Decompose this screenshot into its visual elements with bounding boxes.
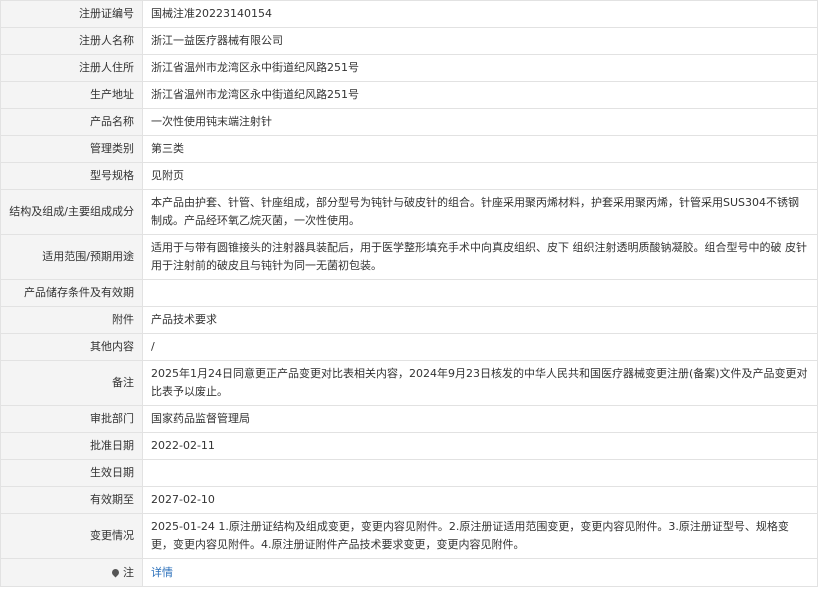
field-value: 产品技术要求 (142, 306, 818, 334)
row-registrant-name: 注册人名称 浙江一益医疗器械有限公司 (0, 27, 818, 55)
field-label: 注册人名称 (0, 27, 143, 55)
field-value: 2027-02-10 (142, 486, 818, 514)
field-label: 生效日期 (0, 459, 143, 487)
row-scope-of-use: 适用范围/预期用途 适用于与带有圆锥接头的注射器具装配后，用于医学整形填充手术中… (0, 234, 818, 280)
row-approval-department: 审批部门 国家药品监督管理局 (0, 405, 818, 433)
field-value: 见附页 (142, 162, 818, 190)
field-label: 审批部门 (0, 405, 143, 433)
field-label: 产品名称 (0, 108, 143, 136)
note-label-cell: 注 (0, 558, 143, 587)
row-product-name: 产品名称 一次性使用钝末端注射针 (0, 108, 818, 136)
row-registration-number: 注册证编号 国械注准20223140154 (0, 0, 818, 28)
field-value: 2025年1月24日同意更正产品变更对比表相关内容，2024年9月23日核发的中… (142, 360, 818, 406)
field-label: 产品储存条件及有效期 (0, 279, 143, 307)
field-label: 备注 (0, 360, 143, 406)
field-label: 注册证编号 (0, 0, 143, 28)
row-approval-date: 批准日期 2022-02-11 (0, 432, 818, 460)
field-label: 生产地址 (0, 81, 143, 109)
field-label: 结构及组成/主要组成成分 (0, 189, 143, 235)
row-structure-composition: 结构及组成/主要组成成分 本产品由护套、针管、针座组成，部分型号为钝针与破皮针的… (0, 189, 818, 235)
field-value: 一次性使用钝末端注射针 (142, 108, 818, 136)
field-value: 2025-01-24 1.原注册证结构及组成变更，变更内容见附件。2.原注册证适… (142, 513, 818, 559)
field-value: / (142, 333, 818, 361)
field-value: 2022-02-11 (142, 432, 818, 460)
note-value-cell: 详情 (142, 558, 818, 587)
field-label: 适用范围/预期用途 (0, 234, 143, 280)
row-management-category: 管理类别 第三类 (0, 135, 818, 163)
details-link[interactable]: 详情 (151, 566, 173, 579)
field-value (142, 459, 818, 487)
field-value (142, 279, 818, 307)
map-pin-icon (110, 567, 121, 577)
row-attachment: 附件 产品技术要求 (0, 306, 818, 334)
row-model-spec: 型号规格 见附页 (0, 162, 818, 190)
row-change-history: 变更情况 2025-01-24 1.原注册证结构及组成变更，变更内容见附件。2.… (0, 513, 818, 559)
row-valid-until: 有效期至 2027-02-10 (0, 486, 818, 514)
field-value: 本产品由护套、针管、针座组成，部分型号为钝针与破皮针的组合。针座采用聚丙烯材料，… (142, 189, 818, 235)
field-label: 附件 (0, 306, 143, 334)
field-value: 浙江省温州市龙湾区永中街道纪风路251号 (142, 81, 818, 109)
field-label: 其他内容 (0, 333, 143, 361)
row-note: 注 详情 (0, 558, 818, 587)
field-label: 型号规格 (0, 162, 143, 190)
row-storage-conditions: 产品储存条件及有效期 (0, 279, 818, 307)
field-value: 浙江一益医疗器械有限公司 (142, 27, 818, 55)
row-production-address: 生产地址 浙江省温州市龙湾区永中街道纪风路251号 (0, 81, 818, 109)
field-label: 有效期至 (0, 486, 143, 514)
field-value: 国械注准20223140154 (142, 0, 818, 28)
row-other-content: 其他内容 / (0, 333, 818, 361)
row-effective-date: 生效日期 (0, 459, 818, 487)
field-label: 注册人住所 (0, 54, 143, 82)
row-registrant-address: 注册人住所 浙江省温州市龙湾区永中街道纪风路251号 (0, 54, 818, 82)
field-value: 第三类 (142, 135, 818, 163)
field-value: 国家药品监督管理局 (142, 405, 818, 433)
field-label: 批准日期 (0, 432, 143, 460)
row-remarks: 备注 2025年1月24日同意更正产品变更对比表相关内容，2024年9月23日核… (0, 360, 818, 406)
note-label: 注 (123, 565, 134, 579)
registration-info-table: 注册证编号 国械注准20223140154 注册人名称 浙江一益医疗器械有限公司… (0, 0, 818, 587)
field-label: 管理类别 (0, 135, 143, 163)
field-value: 适用于与带有圆锥接头的注射器具装配后，用于医学整形填充手术中向真皮组织、皮下 组… (142, 234, 818, 280)
field-value: 浙江省温州市龙湾区永中街道纪风路251号 (142, 54, 818, 82)
field-label: 变更情况 (0, 513, 143, 559)
